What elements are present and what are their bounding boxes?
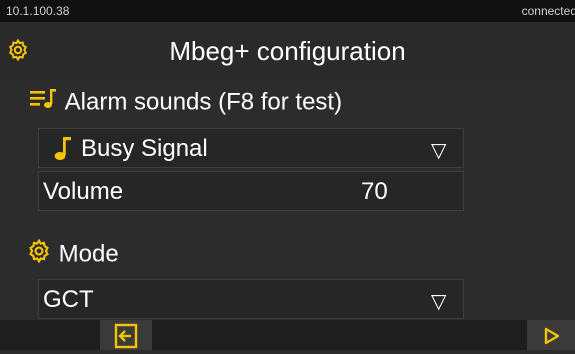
dropdown-arrow-icon[interactable]: ▽ <box>431 289 446 314</box>
mode-value: GCT <box>43 286 94 313</box>
volume-label: Volume <box>43 178 124 205</box>
play-icon <box>544 327 560 350</box>
connection-status: connected <box>521 4 575 18</box>
alarm-sound-select[interactable]: Busy Signal ▽ <box>38 128 464 168</box>
title-bar: Mbeg+ configuration <box>0 22 575 78</box>
volume-value: 70 <box>361 178 388 205</box>
alarm-sounds-heading: Alarm sounds (F8 for test) <box>30 88 342 117</box>
bottom-toolbar <box>0 320 575 350</box>
dropdown-arrow-icon[interactable]: ▽ <box>431 138 446 163</box>
back-button[interactable] <box>100 320 152 350</box>
music-note-icon <box>53 136 73 167</box>
alarm-sound-value: Busy Signal <box>81 135 208 162</box>
mode-select[interactable]: GCT ▽ <box>38 279 464 319</box>
gear-icon <box>26 238 52 271</box>
next-button[interactable] <box>527 320 575 350</box>
status-bar: 10.1.100.38 connected <box>0 0 575 22</box>
ip-address: 10.1.100.38 <box>6 4 70 18</box>
playlist-music-icon <box>30 88 58 117</box>
mode-heading: Mode <box>26 238 119 271</box>
volume-field[interactable]: Volume 70 <box>38 171 464 211</box>
exit-icon <box>114 323 138 354</box>
alarm-sounds-label: Alarm sounds (F8 for test) <box>64 88 343 116</box>
page-title: Mbeg+ configuration <box>169 36 406 66</box>
mode-label: Mode <box>58 240 119 268</box>
